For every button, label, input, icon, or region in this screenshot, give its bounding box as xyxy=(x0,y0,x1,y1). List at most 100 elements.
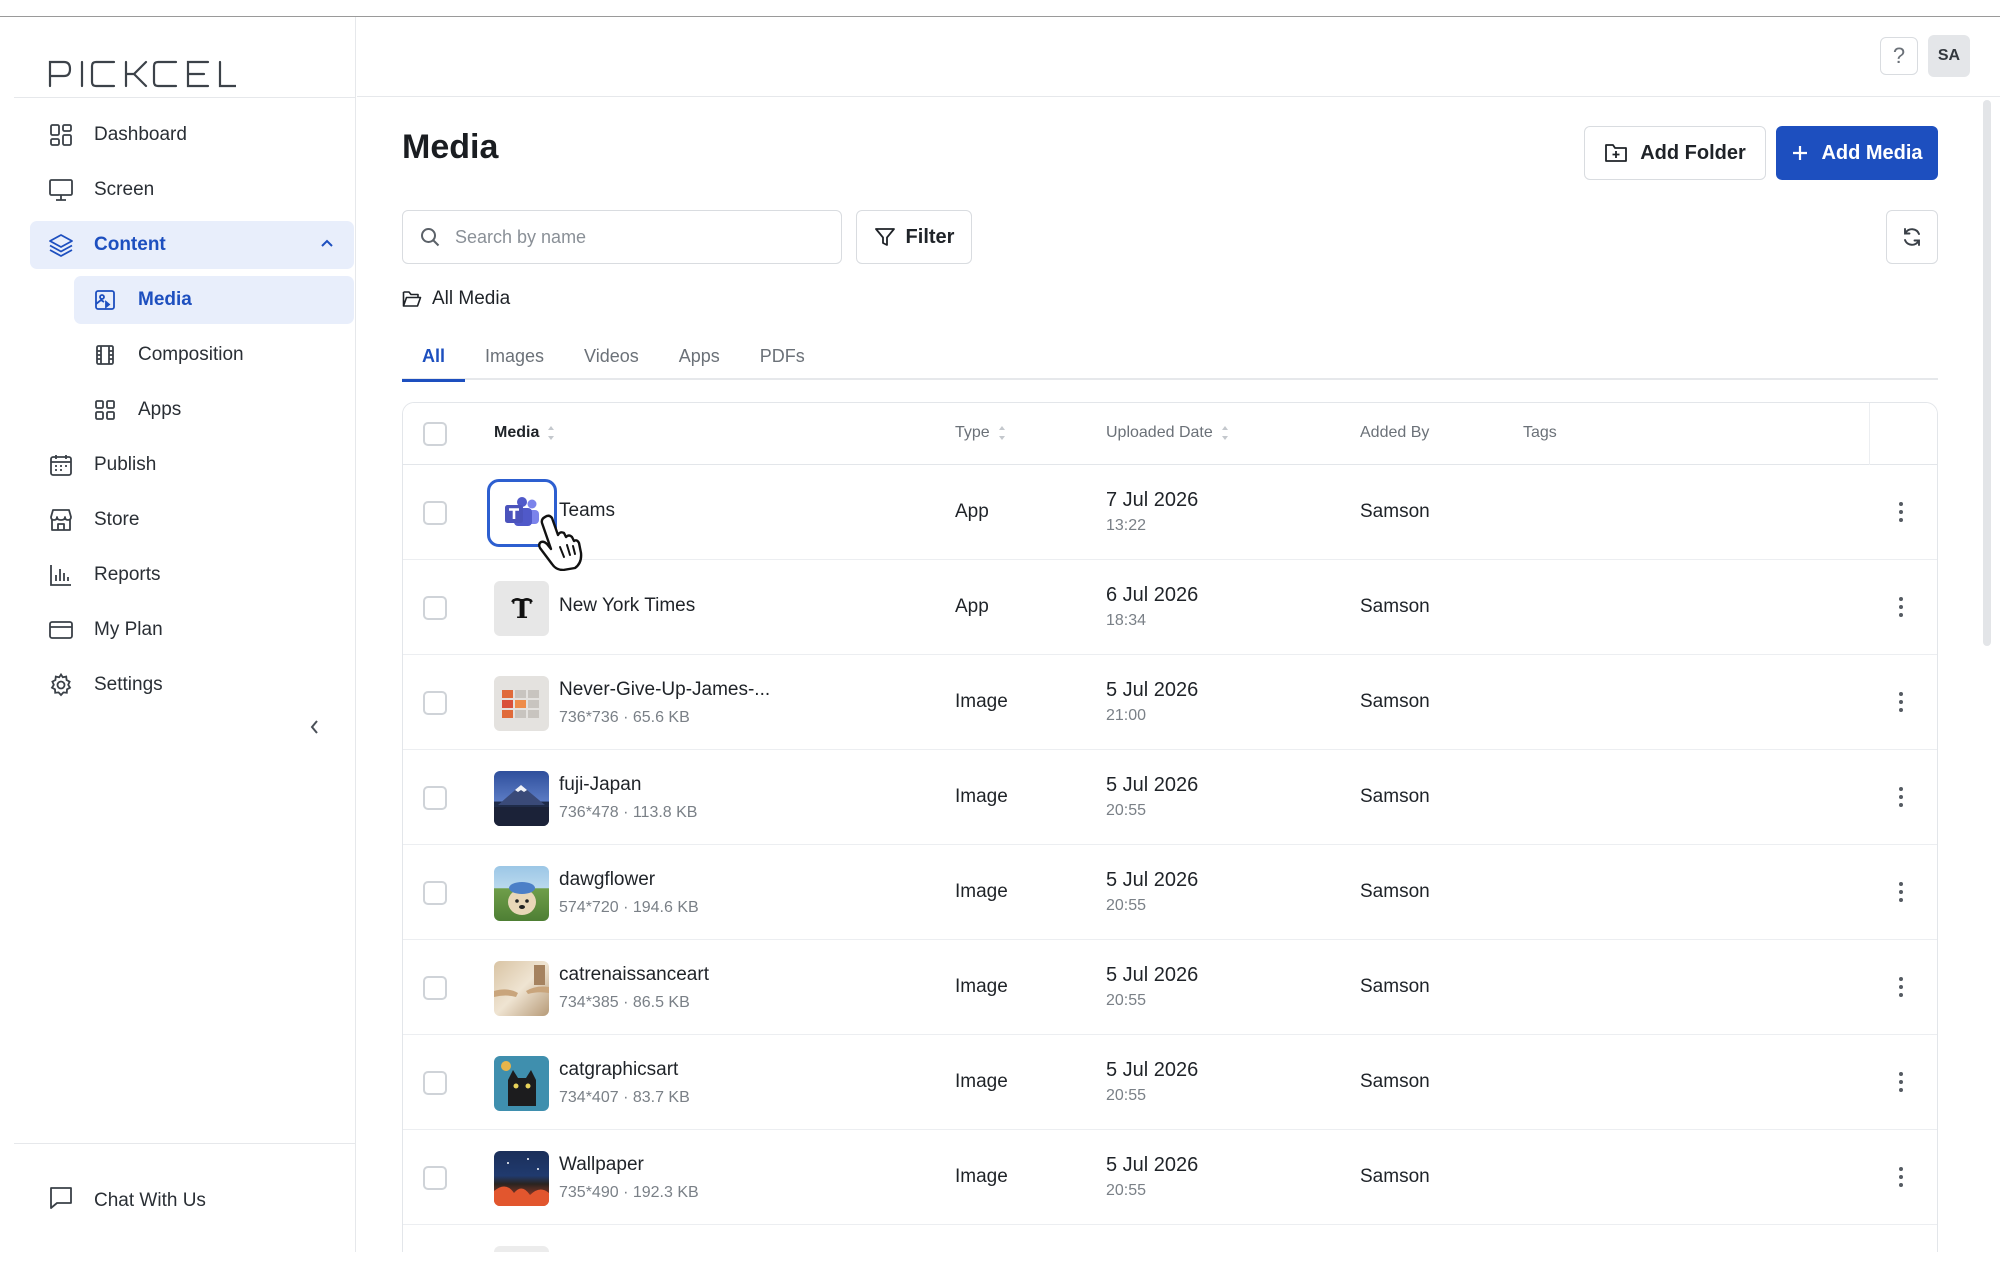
refresh-button[interactable] xyxy=(1886,210,1938,264)
sidebar-item-content[interactable]: Content xyxy=(30,221,354,269)
row-checkbox[interactable] xyxy=(423,691,447,715)
add-media-button[interactable]: Add Media xyxy=(1776,126,1938,180)
more-options-icon[interactable] xyxy=(1891,685,1911,719)
row-checkbox[interactable] xyxy=(423,1071,447,1095)
filter-button[interactable]: Filter xyxy=(856,210,972,264)
folder-open-icon xyxy=(402,291,422,307)
media-type: Image xyxy=(955,691,1008,712)
calendar-icon xyxy=(48,452,74,478)
row-checkbox[interactable] xyxy=(423,596,447,620)
plus-icon xyxy=(1793,146,1808,160)
search-box[interactable] xyxy=(402,210,842,264)
avatar-initials: SA xyxy=(1937,47,1961,64)
search-input[interactable] xyxy=(455,226,835,248)
tab-images[interactable]: Images xyxy=(465,332,564,380)
added-by: Samson xyxy=(1360,1166,1430,1187)
sidebar-item-settings[interactable]: Settings xyxy=(30,661,354,709)
chevron-up-icon[interactable] xyxy=(318,235,336,259)
sidebar-item-reports[interactable]: Reports xyxy=(30,551,354,599)
media-meta: 735*490 · 192.3 KB xyxy=(559,1184,699,1201)
more-options-icon[interactable] xyxy=(1891,780,1911,814)
sidebar-item-publish[interactable]: Publish xyxy=(30,441,354,489)
sidebar-item-screen[interactable]: Screen xyxy=(30,166,354,214)
search-icon xyxy=(421,228,440,247)
top-header xyxy=(357,17,2000,97)
sidebar-item-label: Reports xyxy=(94,564,161,585)
table-row[interactable]: Wallpaper 735*490 · 192.3 KB Image 5 Jul… xyxy=(403,1130,1937,1225)
sort-icon xyxy=(1221,426,1228,440)
media-thumbnail[interactable] xyxy=(494,866,549,921)
upload-date: 5 Jul 2026 xyxy=(1106,1059,1199,1081)
sort-icon xyxy=(548,426,555,440)
add-folder-button[interactable]: Add Folder xyxy=(1584,126,1766,180)
row-checkbox[interactable] xyxy=(423,881,447,905)
sidebar-item-label: My Plan xyxy=(94,619,163,640)
sidebar-item-my-plan[interactable]: My Plan xyxy=(30,606,354,654)
chat-with-us-button[interactable]: Chat With Us xyxy=(48,1185,206,1217)
monitor-icon xyxy=(48,177,74,203)
tab-all[interactable]: All xyxy=(402,332,466,382)
media-thumbnail[interactable] xyxy=(494,1056,549,1111)
column-tags: Tags xyxy=(1523,424,1557,442)
upload-time: 20:55 xyxy=(1106,802,1147,819)
media-thumbnail[interactable] xyxy=(494,961,549,1016)
column-type[interactable]: Type xyxy=(955,424,1006,442)
row-checkbox[interactable] xyxy=(423,976,447,1000)
select-all-checkbox[interactable] xyxy=(423,422,447,446)
sidebar-item-dashboard[interactable]: Dashboard xyxy=(30,111,354,159)
table-row[interactable]: dawgflower 574*720 · 194.6 KB Image 5 Ju… xyxy=(403,845,1937,940)
row-checkbox[interactable] xyxy=(423,786,447,810)
media-meta: 734*385 · 86.5 KB xyxy=(559,994,690,1011)
avatar[interactable]: SA xyxy=(1928,35,1970,77)
page-scrollbar[interactable] xyxy=(1983,100,1991,646)
sidebar-item-label: Screen xyxy=(94,179,155,200)
table-row[interactable]: Teams App 7 Jul 2026 13:22 Samson xyxy=(403,465,1937,571)
media-name: fuji-Japan xyxy=(559,774,642,795)
row-checkbox[interactable] xyxy=(423,501,447,525)
sidebar-item-store[interactable]: Store xyxy=(30,496,354,544)
app-logo[interactable] xyxy=(48,43,236,103)
media-type: Image xyxy=(955,881,1008,902)
tab-apps[interactable]: Apps xyxy=(659,332,740,380)
column-added-by: Added By xyxy=(1360,424,1429,442)
table-row[interactable]: fuji-Japan 736*478 · 113.8 KB Image 5 Ju… xyxy=(403,750,1937,845)
sidebar-item-media[interactable]: Media xyxy=(74,276,354,324)
more-options-icon[interactable] xyxy=(1891,495,1911,529)
column-media[interactable]: Media xyxy=(494,424,555,442)
media-meta: 736*736 · 65.6 KB xyxy=(559,709,690,726)
table-header: Media Type Uploaded Date Added By Tags xyxy=(403,403,1937,465)
chevron-left-icon xyxy=(310,720,318,734)
more-options-icon[interactable] xyxy=(1891,875,1911,909)
table-row[interactable]: catrenaissanceart 734*385 · 86.5 KB Imag… xyxy=(403,940,1937,1035)
pickcel-logo-icon xyxy=(48,60,236,88)
more-options-icon[interactable] xyxy=(1891,590,1911,624)
table-row[interactable]: Never-Give-Up-James-... 736*736 · 65.6 K… xyxy=(403,655,1937,750)
media-thumbnail[interactable] xyxy=(494,771,549,826)
sort-icon xyxy=(998,426,1005,440)
more-options-icon[interactable] xyxy=(1891,1065,1911,1099)
sidebar-item-label: Dashboard xyxy=(94,124,187,145)
table-row[interactable]: T New York Times App 6 Jul 2026 18:34 Sa… xyxy=(403,560,1937,655)
table-row[interactable]: catgraphicsart 734*407 · 83.7 KB Image 5… xyxy=(403,1035,1937,1130)
breadcrumb[interactable]: All Media xyxy=(402,288,510,310)
sidebar-nav: Dashboard Screen Content Media Compositi… xyxy=(30,111,354,716)
upload-date: 5 Jul 2026 xyxy=(1106,679,1199,701)
row-checkbox[interactable] xyxy=(423,1166,447,1190)
tab-pdfs[interactable]: PDFs xyxy=(740,332,825,380)
sidebar-item-apps[interactable]: Apps xyxy=(74,386,354,434)
more-options-icon[interactable] xyxy=(1891,1160,1911,1194)
layers-icon xyxy=(48,232,74,258)
collapse-sidebar-button[interactable] xyxy=(306,717,324,742)
refresh-icon xyxy=(1904,228,1920,246)
more-options-icon[interactable] xyxy=(1891,970,1911,1004)
tab-videos[interactable]: Videos xyxy=(564,332,659,380)
media-thumbnail[interactable] xyxy=(494,676,549,731)
added-by: Samson xyxy=(1360,976,1430,997)
help-button[interactable]: ? xyxy=(1880,37,1918,75)
column-uploaded-date[interactable]: Uploaded Date xyxy=(1106,424,1229,442)
sidebar: Dashboard Screen Content Media Compositi… xyxy=(14,17,356,1252)
media-thumbnail[interactable]: T xyxy=(494,581,549,636)
media-meta: 574*720 · 194.6 KB xyxy=(559,899,699,916)
sidebar-item-composition[interactable]: Composition xyxy=(74,331,354,379)
media-thumbnail[interactable] xyxy=(494,1151,549,1206)
